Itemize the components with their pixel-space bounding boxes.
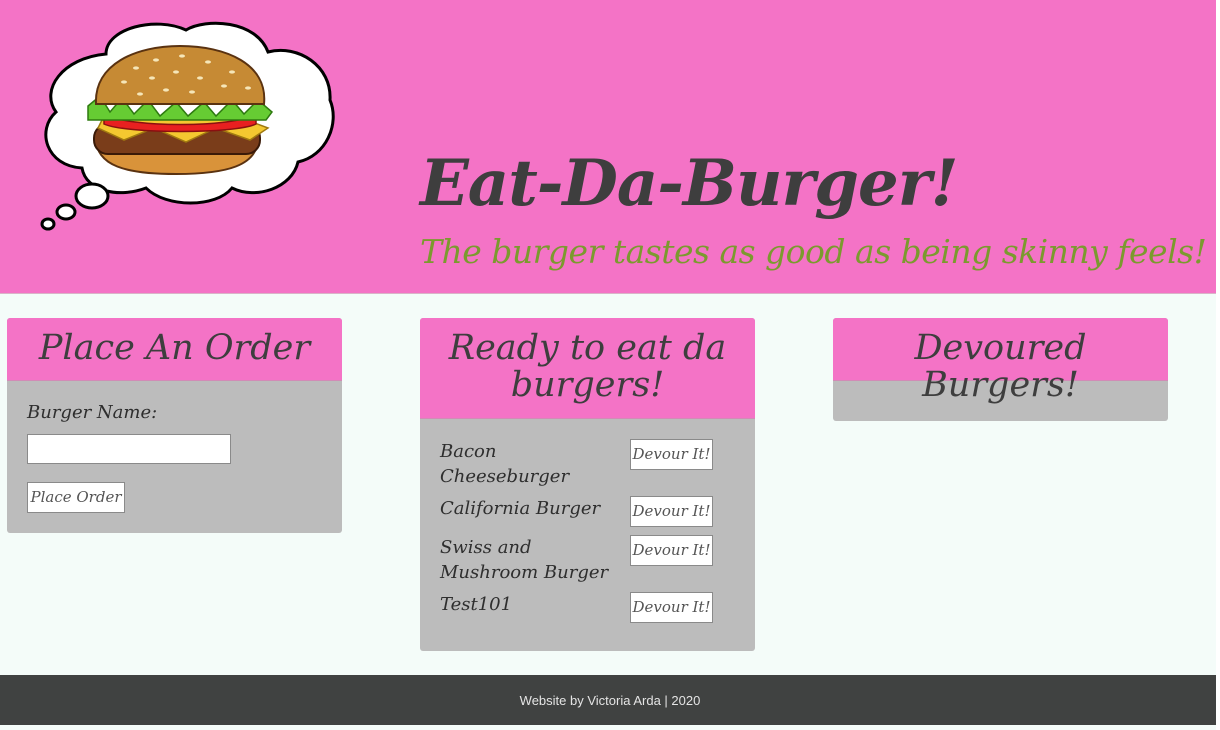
place-order-card: Place An Order Burger Name: Place Order (7, 318, 342, 533)
devour-button[interactable]: Devour It! (630, 439, 713, 470)
page-edge (1216, 0, 1220, 730)
burger-name-label: Burger Name: (27, 402, 158, 423)
devoured-burgers-title: Devoured Burgers! (833, 318, 1168, 404)
place-order-button[interactable]: Place Order (27, 482, 125, 513)
place-order-title: Place An Order (7, 318, 342, 381)
burger-name-item: Swiss and Mushroom Burger (440, 537, 609, 583)
burger-name-item: Test101 (440, 594, 513, 615)
devour-button[interactable]: Devour It! (630, 535, 713, 566)
devour-button[interactable]: Devour It! (630, 592, 713, 623)
site-footer: Website by Victoria Arda | 2020 (0, 675, 1220, 725)
burger-name-item: California Burger (440, 498, 601, 519)
ready-burgers-title: Ready to eat da burgers! (420, 318, 755, 419)
footer-credit: Website by Victoria Arda | 2020 (519, 693, 701, 708)
site-header: Eat-Da-Burger! The burger tastes as good… (0, 0, 1220, 294)
site-title: Eat-Da-Burger! (420, 146, 959, 221)
ready-burgers-card: Ready to eat da burgers! Bacon Cheesebur… (420, 318, 755, 651)
burger-thought-bubble-icon (40, 21, 335, 231)
devoured-burgers-card: Devoured Burgers! (833, 318, 1168, 421)
site-tagline: The burger tastes as good as being skinn… (420, 232, 1207, 271)
burger-name-item: Bacon Cheeseburger (440, 441, 570, 487)
burger-name-input[interactable] (27, 434, 231, 464)
devour-button[interactable]: Devour It! (630, 496, 713, 527)
